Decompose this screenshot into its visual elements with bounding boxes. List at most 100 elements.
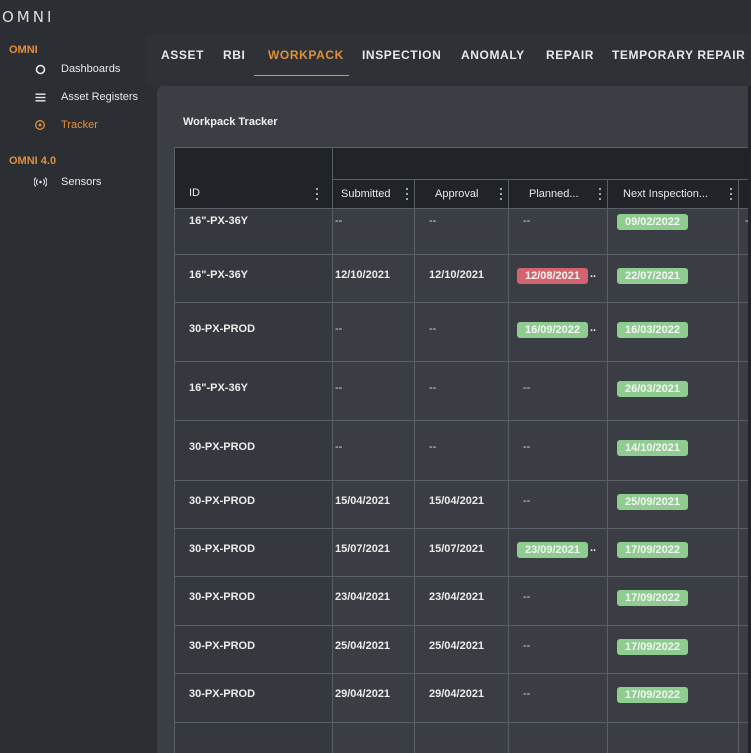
tab-temporary-repair[interactable]: TEMPORARY REPAIR [612,48,745,62]
table-row[interactable]: 30-PX-PROD -- -- 16/09/2022.. 16/03/2022 [175,303,751,362]
tab-rbi[interactable]: RBI [223,48,245,62]
cell-submitted: 23/04/2021 [332,577,414,625]
column-header-label: Submitted [341,188,391,200]
cell-value: -- [523,591,531,603]
cell-value: 29/04/2021 [335,688,391,700]
status-badge: 17/09/2022 [617,687,688,703]
cell-next-inspection: 14/10/2021 [607,421,738,480]
cell-submitted: -- [332,303,414,361]
sidebar-item-label: Dashboards [61,63,121,75]
table-row[interactable]: 30-PX-PROD 15/07/2021 15/07/2021 23/09/2021… [175,529,751,577]
cell-value: -- [523,215,531,227]
table-row[interactable]: 16"-PX-36Y -- -- -- 09/02/2022- [175,209,751,255]
table-row[interactable]: 30-PX-PROD 25/04/2021 25/04/2021 -- 17/09/20… [175,626,751,674]
cell-planned: -- [508,626,607,673]
cell-approval: -- [414,209,508,254]
cell-approval: 23/04/2021 [414,577,508,625]
tab-asset[interactable]: ASSET [161,48,204,62]
status-badge: 22/07/2021 [617,268,688,284]
sidebar-item-label: Asset Registers [61,91,139,103]
cell-submitted: -- [332,209,414,254]
cell-planned: -- [508,481,607,528]
cell-value: 15/07/2021 [335,543,391,555]
sidebar-item-asset-registers[interactable]: Asset Registers [0,85,147,109]
cell-next-inspection: 26/03/2021 [607,362,738,420]
sidebar-item-tracker[interactable]: Tracker [0,113,147,137]
column-header-approval[interactable]: Approval [414,180,508,208]
cell-approval: 12/10/2021 [414,255,508,302]
tab-inspection[interactable]: INSPECTION [362,48,441,62]
column-menu-icon[interactable] [315,188,318,200]
cell-value: 12/10/2021 [335,269,391,281]
column-header-planned[interactable]: Planned... [508,180,607,208]
cell-next-inspection: 17/09/2022 [607,674,738,722]
cell-approval: 15/07/2021 [414,529,508,576]
cell-value: -- [523,495,531,507]
table-row[interactable]: 30-PX-PROD 23/04/2021 23/04/2021 -- 17/09/20… [175,577,751,626]
column-header-label: Next Inspection... [623,188,708,200]
table-row-partial[interactable] [175,723,751,753]
column-header-submitted[interactable]: Submitted [332,180,414,208]
column-header-id[interactable]: ID [175,180,332,208]
table-header: ID Submitted Approval Planned... Next In… [175,148,751,209]
cell-divider [607,723,608,753]
row-id-text: 30-PX-PROD [189,323,256,335]
cell-submitted: 15/04/2021 [332,481,414,528]
panel-title: Workpack Tracker [183,116,278,128]
cell-id: 30-PX-PROD [175,481,332,528]
status-badge: 26/03/2021 [617,381,688,397]
app-logo[interactable]: OMNI [2,8,54,26]
cell-id: 16"-PX-36Y [175,362,332,420]
tab-workpack[interactable]: WORKPACK [268,48,344,62]
tab-anomaly[interactable]: ANOMALY [461,48,525,62]
table-row[interactable]: 16"-PX-36Y -- -- -- 26/03/2021 [175,362,751,421]
status-badge: 17/09/2022 [617,639,688,655]
menu-icon [33,90,47,104]
cell-value: -- [429,215,437,227]
status-badge: 09/02/2022 [617,214,688,230]
tab-repair[interactable]: REPAIR [546,48,594,62]
column-menu-icon[interactable] [405,188,408,200]
cell-divider [414,723,415,753]
cell-submitted: 12/10/2021 [332,255,414,302]
table-row[interactable]: 30-PX-PROD -- -- -- 14/10/2021 [175,421,751,481]
status-badge: 16/09/2022 [517,322,588,338]
cell-value: -- [429,441,437,453]
status-badge: 14/10/2021 [617,440,688,456]
sidebar-item-sensors[interactable]: Sensors [0,170,147,194]
status-badge: 17/09/2022 [617,542,688,558]
cell-planned: 16/09/2022.. [508,303,607,361]
cell-value: -- [335,323,343,335]
row-id-text: 16"-PX-36Y [189,215,249,227]
cell-approval: 15/04/2021 [414,481,508,528]
cell-planned: -- [508,421,607,480]
table-row[interactable]: 30-PX-PROD 15/04/2021 15/04/2021 -- 25/09/20… [175,481,751,529]
sidebar: OMNI Dashboards Asset Registers Tracker … [0,34,147,753]
status-badge: 23/09/2021 [517,542,588,558]
table-row[interactable]: 16"-PX-36Y 12/10/2021 12/10/2021 12/08/2021… [175,255,751,303]
cell-approval: -- [414,421,508,480]
cell-value: 25/04/2021 [335,640,391,652]
tab-bar: ASSET RBI WORKPACK INSPECTION ANOMALY RE… [147,34,751,86]
column-menu-icon[interactable] [729,188,732,200]
table-row[interactable]: 30-PX-PROD 29/04/2021 29/04/2021 -- 17/09/20… [175,674,751,723]
cell-value: -- [523,441,531,453]
overflow-ellipsis: .. [590,268,597,280]
row-id-text: 16"-PX-36Y [189,269,249,281]
cell-value: 25/04/2021 [429,640,485,652]
column-menu-icon[interactable] [499,188,502,200]
column-menu-icon[interactable] [598,188,601,200]
target-icon [33,118,47,132]
cell-id: 30-PX-PROD [175,674,332,722]
cell-value: 23/04/2021 [335,591,391,603]
cell-value: -- [523,688,531,700]
column-header-next-inspection[interactable]: Next Inspection... [607,180,738,208]
cell-value: 15/04/2021 [335,495,391,507]
cell-id: 16"-PX-36Y [175,255,332,302]
cell-planned: -- [508,674,607,722]
row-id-text: 30-PX-PROD [189,495,256,507]
row-id-text: 16"-PX-36Y [189,382,249,394]
sidebar-item-dashboards[interactable]: Dashboards [0,57,147,81]
cell-value: -- [335,215,343,227]
cell-planned: -- [508,362,607,420]
